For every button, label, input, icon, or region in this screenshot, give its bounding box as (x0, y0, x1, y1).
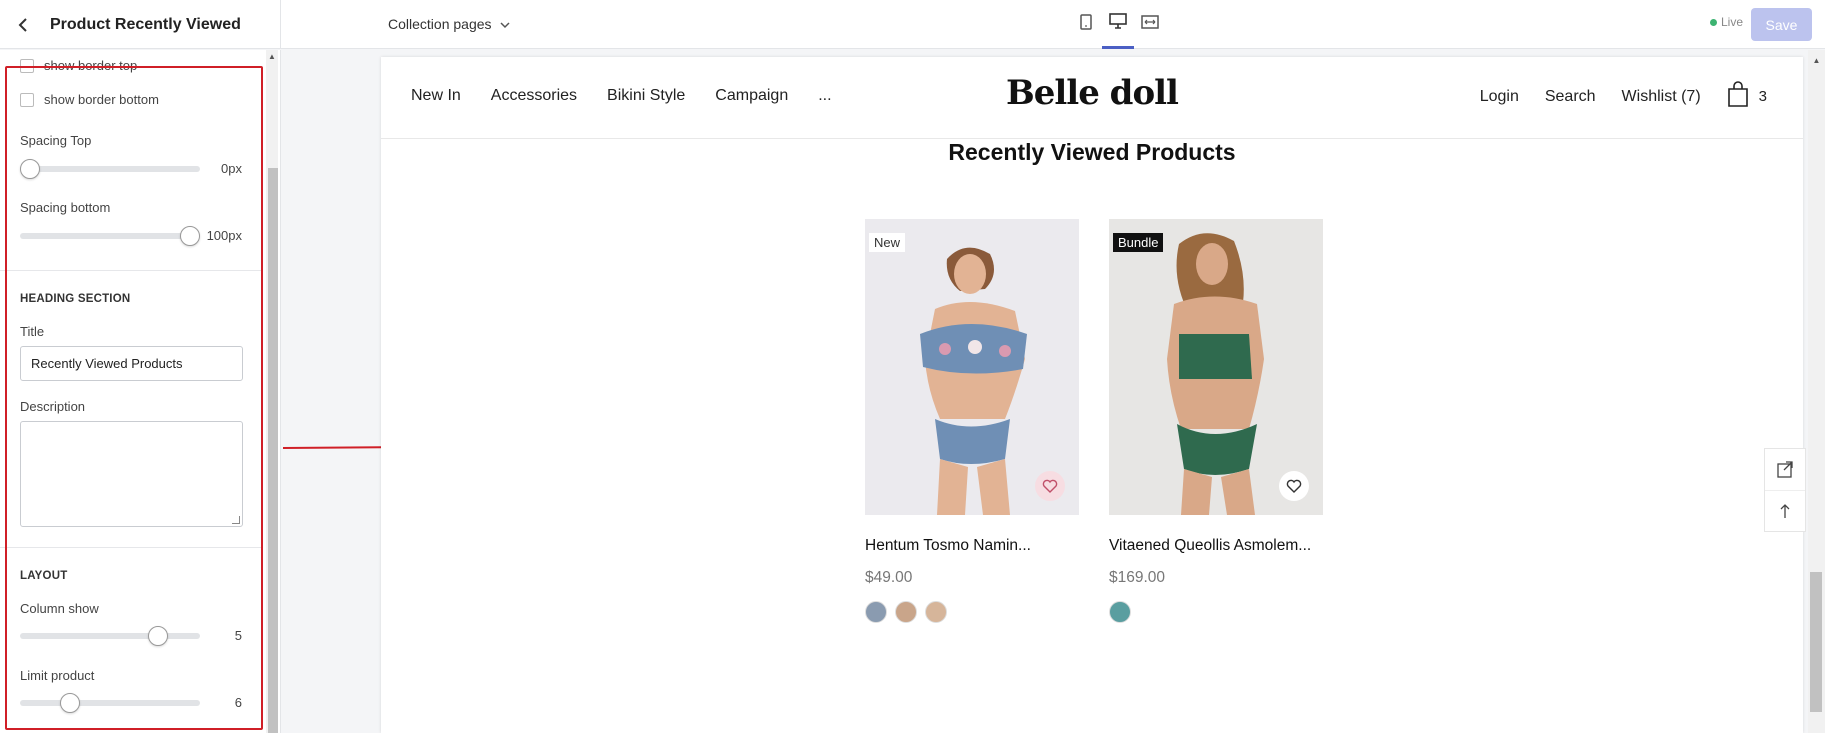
product-image[interactable]: Bundle (1109, 219, 1323, 515)
color-swatches (865, 601, 955, 623)
spacing-top-slider[interactable] (20, 157, 200, 181)
external-link-icon (1777, 460, 1793, 478)
checkbox-border-top[interactable]: show border top (20, 58, 137, 73)
layout-section-title: LAYOUT (20, 570, 68, 582)
wishlist-button[interactable] (1279, 471, 1309, 501)
share-button[interactable] (1765, 449, 1805, 490)
limit-product-label: Limit product (20, 668, 95, 683)
slider-track (20, 700, 200, 706)
top-bar: Product Recently Viewed Collection pages… (0, 0, 1825, 49)
spacing-bottom-label: Spacing bottom (20, 200, 111, 215)
account-nav: Login Search Wishlist (7) 3 (1454, 81, 1767, 112)
page-type-selector[interactable]: Collection pages (388, 11, 510, 37)
heart-icon (1286, 479, 1302, 493)
column-show-value: 5 (234, 628, 242, 643)
wishlist-link[interactable]: Wishlist (7) (1622, 88, 1701, 106)
fullwidth-view-button[interactable] (1134, 0, 1166, 49)
live-status: Live (1710, 15, 1743, 29)
product-price: $49.00 (865, 569, 913, 586)
arrow-up-icon (1780, 504, 1790, 518)
color-swatch[interactable] (925, 601, 947, 623)
color-swatch[interactable] (865, 601, 887, 623)
product-badge: New (869, 233, 906, 252)
description-textarea[interactable] (20, 421, 243, 527)
resize-handle-icon[interactable] (232, 516, 240, 524)
settings-panel: show border top show border bottom Spaci… (0, 50, 281, 733)
wishlist-button[interactable] (1035, 471, 1065, 501)
shopping-bag-icon (1727, 81, 1749, 112)
store-header: New In Accessories Bikini Style Campaign… (381, 57, 1803, 139)
scroll-up-arrow-icon[interactable]: ▲ (267, 52, 277, 62)
checkbox[interactable] (20, 92, 34, 107)
slider-track (20, 633, 200, 639)
back-to-top-button[interactable] (1765, 490, 1805, 531)
checkbox-label: show border top (44, 58, 138, 73)
product-image[interactable]: New (865, 219, 1079, 515)
checkbox[interactable] (20, 58, 34, 73)
spacing-bottom-slider[interactable] (20, 224, 200, 248)
desktop-icon (1109, 12, 1127, 34)
color-swatch[interactable] (895, 601, 917, 623)
search-link[interactable]: Search (1545, 88, 1596, 106)
limit-product-slider[interactable] (20, 691, 200, 715)
section-divider (0, 547, 262, 548)
device-switcher (1070, 0, 1166, 49)
floating-tools (1764, 448, 1806, 532)
cart-button[interactable]: 3 (1727, 81, 1767, 112)
live-dot (1710, 18, 1717, 26)
slider-knob[interactable] (148, 626, 168, 646)
mobile-view-button[interactable] (1070, 0, 1102, 49)
color-swatch[interactable] (1109, 601, 1131, 623)
heading-section-title: HEADING SECTION (20, 293, 131, 305)
product-name[interactable]: Vitaened Queollis Asmolem... (1109, 537, 1323, 555)
slider-knob[interactable] (20, 159, 40, 179)
panel-scrollbar-thumb[interactable] (268, 168, 278, 733)
description-field-label: Description (20, 399, 86, 414)
save-button[interactable]: Save (1751, 8, 1812, 41)
login-link[interactable]: Login (1480, 88, 1519, 106)
cart-count: 3 (1758, 88, 1767, 105)
column-show-label: Column show (20, 601, 99, 616)
column-show-slider[interactable] (20, 624, 200, 648)
slider-knob[interactable] (60, 693, 80, 713)
expand-horizontal-icon (1141, 14, 1159, 35)
title-input[interactable] (20, 346, 243, 381)
heart-icon (1042, 479, 1058, 493)
product-price: $169.00 (1109, 569, 1166, 586)
section-divider (0, 270, 262, 271)
scroll-up-arrow-icon[interactable]: ▲ (1808, 56, 1825, 65)
live-label: Live (1721, 15, 1744, 29)
slider-knob[interactable] (180, 226, 200, 246)
spacing-top-label: Spacing Top (20, 133, 92, 148)
preview-scrollbar-thumb[interactable] (1810, 572, 1822, 712)
spacing-top-value: 0px (221, 161, 242, 176)
product-badge: Bundle (1113, 233, 1164, 252)
mobile-icon (1080, 14, 1092, 35)
store-preview: New In Accessories Bikini Style Campaign… (381, 57, 1803, 733)
page-selector-label: Collection pages (388, 16, 492, 32)
section-heading: Recently Viewed Products (948, 139, 1236, 165)
back-arrow-icon[interactable] (14, 15, 34, 35)
panel-title: Product Recently Viewed (50, 15, 241, 33)
chevron-down-icon (499, 16, 510, 32)
checkbox-label: show border bottom (44, 92, 159, 107)
slider-track (20, 166, 200, 172)
product-name[interactable]: Hentum Tosmo Namin... (865, 537, 1079, 555)
spacing-bottom-value: 100px (206, 228, 242, 243)
slider-track (20, 233, 200, 239)
desktop-view-button[interactable] (1102, 0, 1134, 49)
checkbox-border-bottom[interactable]: show border bottom (20, 92, 159, 107)
color-swatches (1109, 601, 1139, 623)
limit-product-value: 6 (234, 695, 242, 710)
title-field-label: Title (20, 324, 45, 339)
panel-header: Product Recently Viewed (0, 0, 281, 49)
